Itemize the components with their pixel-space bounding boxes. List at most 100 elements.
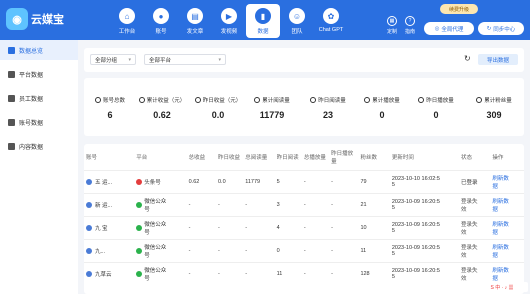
top-header: ◉ 云媒宝 ⌂ 工作台 ● 账号 ▤ 发文章 ▶ 发视频 ▮ 数据 ☺ 团队 ✿ Chat GPT 续费升… [0,0,530,40]
nav-item-label: 发文章 [186,29,204,35]
refresh-data-link[interactable]: 刷新数据 [492,197,524,213]
column-header: 操作 [492,154,504,161]
upgrade-button[interactable]: 续费升级 [440,4,478,14]
sidebar: 数据总览平台数据员工数据账号数据内容数据 [0,40,78,294]
cell-yday-income: 0.0 [215,169,244,193]
sidebar-item-0[interactable]: 数据总览 [0,40,78,60]
avatar [86,270,92,277]
cell-yday-income: - [215,215,244,239]
sidebar-item-3[interactable]: 账号数据 [0,112,78,132]
cell-fans: 128 [358,261,390,285]
nav-item-1[interactable]: ● 账号 [144,4,178,38]
cell-yday-income: - [215,192,244,216]
sidebar-item-4[interactable]: 内容数据 [0,136,78,156]
refresh-data-link[interactable]: 刷新数据 [492,266,524,282]
stat-card: 账号总数 6 [84,96,136,120]
cell-total-read: - [243,215,275,239]
total-income-value: - [188,224,191,231]
yday-play-value: - [331,224,333,231]
guide-button[interactable]: ? 指南 [400,16,420,35]
yday-income-value: 0.0 [217,178,226,185]
stat-card: 累计阅读量 11779 [246,96,298,120]
nav-item-4[interactable]: ▮ 数据 [246,4,280,38]
customize-button[interactable]: ▦ 定制 [382,16,402,35]
cell-yday-read: 5 [274,169,302,193]
status-value: 登录失 效 [461,198,478,213]
cell-status: 登录失 效 [459,192,491,216]
cell-total-income: - [186,238,216,262]
sidebar-item-label: 账号数据 [19,120,44,127]
nav-item-3[interactable]: ▶ 发视频 [212,4,246,38]
staff-icon [8,94,15,102]
stat-card: 昨日收益（元） 0.0 [192,96,244,120]
avatar [86,201,92,208]
column-header: 昨日收益 [217,154,240,161]
column-header: 粉丝数 [360,154,377,161]
total-read-value: - [245,270,248,277]
yday-read-value: 4 [276,224,280,231]
cell-updated: 2023-10-09 16:20:5 5 [389,238,459,262]
table-row: 九... 微信公众 号 - - - 0 - - 11 2023-10-09 16:20:5 5 登录… [84,238,524,262]
cell-updated: 2023-10-09 16:20:5 5 [389,261,459,285]
cell-platform: 微信公众 号 [134,261,187,285]
sidebar-item-2[interactable]: 员工数据 [0,88,78,108]
nav-item-0[interactable]: ⌂ 工作台 [110,4,144,38]
cell-total-read: - [243,261,275,285]
total-income-value: - [188,247,191,254]
platform-select[interactable]: 全部平台 ▾ [144,54,226,65]
refresh-data-label: 据 [492,183,498,190]
table-row: 新 运... 微信公众 号 - - - 3 - - 21 2023-10-09 16:20:5 5… [84,192,524,216]
platform-name: 微信公众 号 [144,267,167,282]
refresh-data-link[interactable]: 刷新数据 [492,220,524,236]
account-name: 九... [95,248,106,255]
guide-icon: ? [405,16,415,26]
refresh-data-label: 据 [492,275,498,282]
logo-text: 云媒宝 [31,14,64,26]
cell-total-income: - [186,261,216,285]
nav-item-label: 数据 [257,29,269,35]
refresh-data-label: 刷新数 [492,221,509,228]
stat-value: 309 [486,110,502,120]
stat-icon [310,97,317,103]
input-method-tray[interactable]: S 中 · ♪ ▦ [476,282,528,292]
export-button[interactable]: 导出数据 [478,54,518,65]
group-select[interactable]: 全部分组 ▾ [90,54,136,65]
nav-item-label: Chat GPT [318,27,344,33]
status-value: 已登录 [461,179,478,186]
cell-total-read: - [243,192,275,216]
column-header: 总收益 [188,154,206,161]
article-icon: ▤ [187,8,203,24]
refresh-data-link[interactable]: 刷新数据 [492,174,524,190]
sync-center-button[interactable]: ↻ 同步中心 [478,22,524,35]
refresh-data-label: 刷新数 [492,267,509,274]
sidebar-item-label: 数据总览 [19,48,44,55]
chart-icon: ▮ [255,8,271,24]
updated-value: 2023-10-09 16:20:5 5 [391,244,440,257]
column-header: 平台 [136,154,148,161]
stat-icon [138,97,145,103]
yday-read-value: 3 [276,201,280,208]
app-logo[interactable]: ◉ 云媒宝 [6,8,64,30]
main-nav: ⌂ 工作台 ● 账号 ▤ 发文章 ▶ 发视频 ▮ 数据 ☺ 团队 ✿ Chat GPT [110,4,348,38]
stat-label: 昨日阅读量 [302,96,354,104]
refresh-data-link[interactable]: 刷新数据 [492,243,524,259]
refresh-icon[interactable]: ↻ [464,54,471,63]
sidebar-item-label: 员工数据 [19,96,44,103]
wechat-icon [136,247,143,254]
stat-value: 0.62 [153,110,171,120]
cell-platform: 微信公众 号 [134,192,187,216]
sidebar-item-1[interactable]: 平台数据 [0,64,78,84]
stat-value: 11779 [259,110,285,120]
cell-total-income: - [186,215,216,239]
cell-account: 九 宝 [84,215,135,239]
updated-value: 2023-10-09 16:20:5 5 [391,221,440,234]
fans-value: 11 [360,247,367,254]
nav-item-5[interactable]: ☺ 团队 [280,4,314,38]
total-read-value: - [245,201,248,208]
global-proxy-button[interactable]: ◎ 全局代理 [424,22,474,35]
avatar [86,178,92,185]
nav-item-6[interactable]: ✿ Chat GPT [314,4,348,38]
nav-item-2[interactable]: ▤ 发文章 [178,4,212,38]
stat-card: 累计粉丝量 309 [468,96,520,120]
cell-yday-play: - [329,238,359,262]
